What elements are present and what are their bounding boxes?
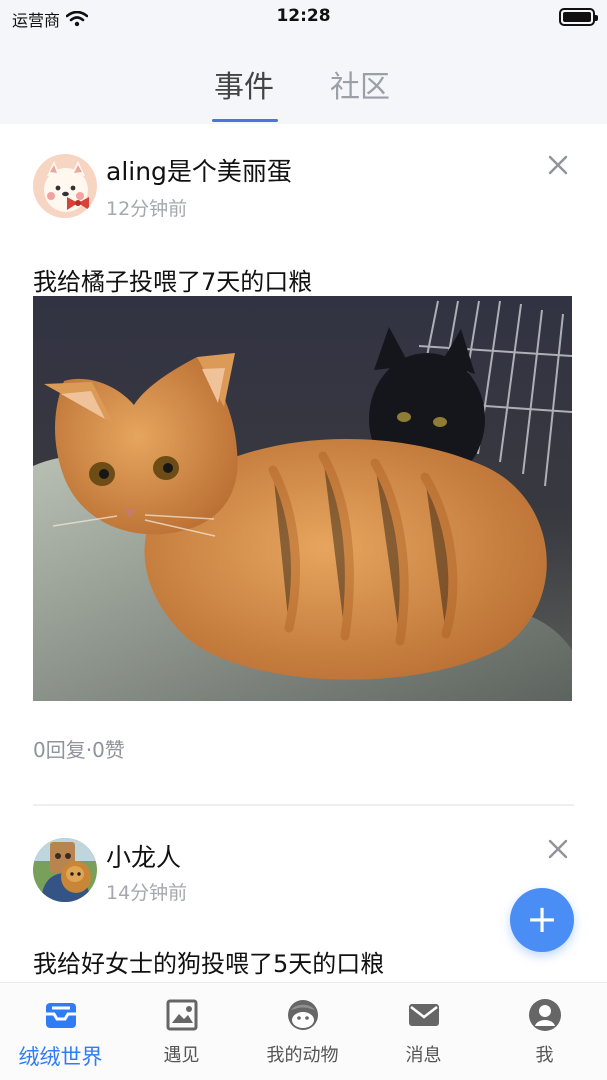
person-with-dog-avatar-icon xyxy=(33,838,97,902)
battery-level-fill xyxy=(563,12,591,22)
post-time: 12分钟前 xyxy=(106,198,188,220)
status-time: 12:28 xyxy=(276,6,331,26)
close-icon[interactable] xyxy=(547,838,569,860)
post-stats: 0回复·0赞 xyxy=(33,738,125,762)
feed[interactable]: aling是个美丽蛋 12分钟前 我给橘子投喂了7天的口粮 0回复·0赞 小龙人… xyxy=(0,124,607,982)
tab-community[interactable]: 社区 xyxy=(330,62,390,106)
tab-me[interactable]: 我 xyxy=(484,997,605,1067)
mail-icon xyxy=(408,1004,439,1026)
inbox-tray-icon xyxy=(45,1003,76,1028)
tab-label: 绒绒世界 xyxy=(18,1045,103,1069)
tab-messages[interactable]: 消息 xyxy=(363,997,484,1067)
feed-post[interactable]: 小龙人 14分钟前 我给好女士的狗投喂了5天的口粮 xyxy=(0,806,607,982)
tab-label: 我 xyxy=(535,1045,554,1066)
tab-events[interactable]: 事件 xyxy=(214,62,274,106)
tab-world[interactable]: 绒绒世界 xyxy=(0,997,121,1071)
tab-my-pets[interactable]: 我的动物 xyxy=(242,997,363,1067)
author-avatar[interactable] xyxy=(33,154,97,218)
tab-label: 消息 xyxy=(405,1045,442,1066)
tab-label: 我的动物 xyxy=(266,1045,339,1066)
post-time: 14分钟前 xyxy=(106,882,188,904)
cartoon-cat-avatar-icon xyxy=(33,154,97,218)
active-tab-underline xyxy=(212,119,278,122)
bottom-tab-bar: 绒绒世界 遇见 我的动物 消息 我 xyxy=(0,982,607,1080)
status-bar: 运营商 12:28 xyxy=(0,0,607,36)
orange-cat-photo-icon xyxy=(33,296,572,701)
tab-label: 遇见 xyxy=(163,1045,200,1066)
post-text: 我给橘子投喂了7天的口粮 xyxy=(33,268,313,296)
author-name[interactable]: aling是个美丽蛋 xyxy=(106,152,292,188)
author-avatar[interactable] xyxy=(33,838,97,902)
post-photo[interactable] xyxy=(33,296,572,701)
pet-face-icon xyxy=(287,1000,318,1030)
close-icon[interactable] xyxy=(547,154,569,176)
battery-icon xyxy=(559,8,598,26)
post-text: 我给好女士的狗投喂了5天的口粮 xyxy=(33,950,385,978)
author-name[interactable]: 小龙人 xyxy=(106,838,181,874)
add-post-button[interactable]: + xyxy=(510,888,574,952)
plus-icon: + xyxy=(526,897,558,941)
battery-cap xyxy=(595,15,598,21)
tab-meet[interactable]: 遇见 xyxy=(121,997,242,1067)
profile-icon xyxy=(528,999,561,1031)
image-frame-icon xyxy=(166,999,197,1031)
feed-post[interactable]: aling是个美丽蛋 12分钟前 我给橘子投喂了7天的口粮 0回复·0赞 xyxy=(0,124,607,806)
top-tabs: 事件 社区 xyxy=(0,36,607,124)
